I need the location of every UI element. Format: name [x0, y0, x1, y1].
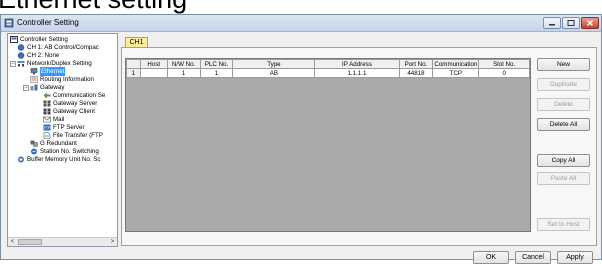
table-cell[interactable]: 44818	[398, 68, 434, 78]
column-header	[126, 59, 141, 69]
delete-button[interactable]: Delete	[537, 98, 590, 111]
collapse-toggle[interactable]: −	[23, 85, 29, 91]
delete-all-button[interactable]: Delete All	[537, 118, 590, 131]
new-button[interactable]: New	[537, 58, 590, 71]
minimize-icon	[549, 24, 555, 26]
channel-icon	[17, 52, 25, 59]
table-cell[interactable]: 0	[478, 68, 530, 78]
gateway-icon	[30, 84, 38, 91]
column-header: Type	[232, 59, 316, 69]
column-header: Port No.	[398, 59, 434, 69]
collapse-toggle[interactable]: −	[10, 61, 16, 67]
column-header: Slot No.	[478, 59, 530, 69]
scroll-left-arrow[interactable]: <	[8, 238, 17, 246]
close-icon	[587, 20, 593, 26]
file-transfer-icon	[43, 132, 51, 139]
minimize-button[interactable]	[543, 17, 561, 29]
communication-icon	[43, 92, 51, 99]
title-bar: Controller Setting	[1, 15, 601, 32]
cancel-button[interactable]: Cancel	[515, 251, 551, 264]
app-icon	[4, 18, 14, 28]
maximize-icon	[567, 20, 575, 26]
table-cell[interactable]: 1	[199, 68, 234, 78]
mail-icon	[43, 116, 51, 123]
client-icon	[43, 108, 51, 115]
column-header: PLC No.	[199, 59, 234, 69]
ok-button[interactable]: OK	[473, 251, 509, 264]
row-number[interactable]: 1	[126, 68, 141, 78]
table-header-row: Host N/W No. PLC No. Type IP Address Por…	[126, 59, 530, 69]
table-row[interactable]: 1 1 1 AB 1.1.1.1 44818 TCP 0	[126, 68, 530, 78]
settings-tree[interactable]: Controller Setting CH 1: AB Control/Comp…	[7, 33, 118, 247]
table-cell[interactable]: TCP	[432, 68, 480, 78]
station-icon	[31, 148, 37, 155]
host-table[interactable]: Host N/W No. PLC No. Type IP Address Por…	[125, 58, 531, 232]
copy-all-button[interactable]: Copy All	[537, 154, 590, 167]
apply-button[interactable]: Apply	[557, 251, 593, 264]
scroll-right-arrow[interactable]: >	[108, 238, 117, 246]
host-table-grid: Host N/W No. PLC No. Type IP Address Por…	[126, 59, 530, 78]
maximize-button[interactable]	[562, 17, 580, 29]
column-header: N/W No.	[166, 59, 201, 69]
table-cell[interactable]	[139, 68, 168, 78]
ftp-icon: FTP	[43, 124, 51, 131]
channel-panel: Host N/W No. PLC No. Type IP Address Por…	[121, 47, 597, 246]
network-icon	[17, 61, 25, 67]
column-header: IP Address	[314, 59, 400, 69]
tree-horizontal-scrollbar[interactable]: < >	[8, 237, 117, 246]
svg-text:FTP: FTP	[44, 126, 51, 130]
table-cell[interactable]: 1	[166, 68, 201, 78]
duplicate-button[interactable]: Duplicate	[537, 78, 590, 91]
ethernet-icon	[30, 68, 38, 75]
server-icon	[43, 100, 51, 107]
set-to-host-button[interactable]: Set to Host	[537, 218, 590, 231]
page-heading-text: Ethernet setting	[0, 0, 187, 14]
controller-icon	[10, 36, 18, 43]
close-button[interactable]	[581, 17, 599, 29]
page-heading: Ethernet setting	[0, 0, 602, 14]
table-cell[interactable]: AB	[232, 68, 316, 78]
channel-icon	[17, 44, 25, 51]
tree-item-label: Buffer Memory Unit No. Sc	[27, 156, 101, 163]
table-cell[interactable]: 1.1.1.1	[314, 68, 400, 78]
window-title: Controller Setting	[17, 18, 79, 27]
buffer-icon	[18, 156, 24, 163]
paste-all-button[interactable]: Paste All	[537, 172, 590, 185]
scrollbar-thumb[interactable]	[18, 239, 42, 245]
routing-icon	[30, 76, 38, 83]
column-header: Host	[139, 59, 168, 69]
controller-setting-window: Controller Setting Controller Setting CH…	[0, 14, 602, 264]
redundant-icon	[30, 140, 38, 147]
column-header: Communication	[432, 59, 480, 69]
